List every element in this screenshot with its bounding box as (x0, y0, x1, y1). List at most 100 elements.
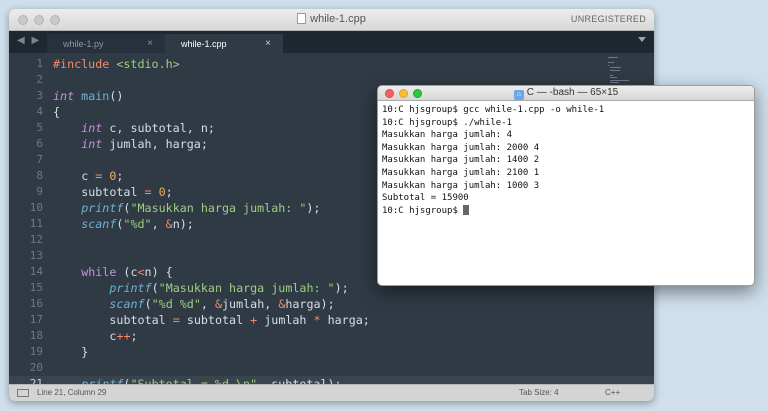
chevron-down-icon[interactable] (638, 37, 646, 42)
line-number: 17 (29, 313, 43, 326)
code-token: scanf (81, 217, 117, 231)
terminal-line: Masukkan harga jumlah: 2000 4 (382, 142, 540, 153)
code-line: int jumlah, harga; (81, 136, 208, 152)
code-token: () (109, 89, 124, 103)
code-token: 0 (158, 185, 166, 199)
terminal-output[interactable]: 10:C hjsgroup$ gcc while-1.cpp -o while-… (378, 101, 754, 220)
code-token: harga); (285, 297, 335, 311)
code-token: int (81, 137, 103, 151)
tab-while-1-py[interactable]: while-1.py × (47, 34, 165, 53)
terminal-window: ⌂ C — -bash — 65×15 10:C hjsgroup$ gcc wh… (377, 85, 755, 286)
code-line: c = 0; (81, 168, 123, 184)
line-number: 7 (36, 153, 43, 166)
terminal-line: 10:C hjsgroup$ ./while-1 (382, 117, 513, 128)
code-token: jumlah (257, 313, 314, 327)
code-token: scanf (109, 297, 145, 311)
code-line: int main() (53, 88, 123, 104)
code-token: "Masukkan harga jumlah: " (130, 201, 307, 215)
code-line: scanf("%d %d", &jumlah, &harga); (109, 296, 334, 312)
code-token: jumlah, harga; (102, 137, 208, 151)
code-token: ); (306, 201, 321, 215)
code-token: ; (116, 169, 124, 183)
minimap-line (610, 67, 621, 68)
line-number: 9 (36, 185, 43, 198)
code-line: { (53, 104, 60, 120)
code-token: c (81, 169, 96, 183)
line-number: 20 (29, 361, 43, 374)
terminal-cursor (463, 204, 470, 215)
minimap-line (608, 64, 609, 66)
minimap-line (610, 82, 619, 83)
code-token: ( (151, 281, 159, 295)
terminal-line: Subtotal = 15900 (382, 193, 469, 204)
line-number: 3 (36, 89, 43, 102)
code-token: n); (172, 217, 194, 231)
code-token: , (200, 297, 215, 311)
close-icon[interactable]: × (147, 38, 153, 49)
unregistered-label: UNREGISTERED (570, 14, 646, 24)
terminal-title: ⌂ C — -bash — 65×15 (378, 87, 754, 100)
tab-label: while-1.py (63, 39, 104, 49)
file-icon (297, 13, 307, 24)
line-number: 16 (29, 297, 43, 310)
code-token: ( (144, 297, 152, 311)
code-token: int (81, 121, 103, 135)
code-token: & (165, 217, 173, 231)
line-number: 4 (36, 105, 43, 118)
minimap-line (610, 69, 621, 71)
terminal-line: Masukkan harga jumlah: 2100 1 (382, 167, 540, 178)
terminal-prompt-line: 10:C hjsgroup$ (382, 204, 750, 218)
code-line: subtotal = 0; (81, 184, 173, 200)
code-token: while (81, 265, 117, 279)
code-token: subtotal (81, 185, 145, 199)
editor-window-title: while-1.cpp (9, 13, 654, 25)
terminal-titlebar: ⌂ C — -bash — 65×15 (378, 86, 754, 101)
panel-toggle-icon[interactable] (17, 389, 29, 397)
line-number: 15 (29, 281, 43, 294)
code-token: ; (165, 185, 173, 199)
minimap-line (608, 57, 618, 58)
line-number: 8 (36, 169, 43, 182)
code-token: < (137, 265, 145, 279)
line-number: 13 (29, 249, 43, 262)
terminal-line: Masukkan harga jumlah: 1000 3 (382, 180, 540, 191)
minimap-line (610, 79, 629, 81)
code-token: ); (334, 281, 349, 295)
code-line: c++; (109, 328, 137, 344)
tab-label: while-1.cpp (181, 39, 227, 49)
line-number: 14 (29, 265, 43, 278)
code-token: , (151, 217, 166, 231)
line-number: 19 (29, 345, 43, 358)
editor-titlebar: while-1.cpp UNREGISTERED (9, 9, 654, 31)
terminal-prompt: 10:C hjsgroup$ (382, 205, 464, 216)
tab-while-1-cpp[interactable]: while-1.cpp × (165, 34, 283, 53)
tab-size-selector[interactable]: Tab Size: 4 (519, 388, 559, 397)
code-token: subtotal (179, 313, 251, 327)
code-line: printf("Masukkan harga jumlah: "); (81, 200, 320, 216)
code-token: printf (81, 201, 124, 215)
code-token: subtotal (109, 313, 173, 327)
status-bar: Line 21, Column 29 Tab Size: 4 C++ (9, 384, 654, 401)
code-token: n) { (144, 265, 173, 279)
code-token: <stdio.h> (116, 57, 180, 71)
code-line: } (81, 344, 88, 360)
terminal-line: Masukkan harga jumlah: 1400 2 (382, 155, 540, 166)
code-token: jumlah, (222, 297, 279, 311)
line-number: 12 (29, 233, 43, 246)
code-token: printf (109, 281, 152, 295)
code-token: = (172, 313, 180, 327)
code-token: main (74, 89, 110, 103)
line-number: 2 (36, 73, 43, 86)
code-token: ; (130, 329, 138, 343)
code-token: & (214, 297, 223, 311)
code-token: { (53, 105, 61, 119)
code-line: scanf("%d", &n); (81, 216, 194, 232)
syntax-selector[interactable]: C++ (605, 388, 620, 397)
code-line: subtotal = subtotal + jumlah * harga; (109, 312, 369, 328)
minimap-line (610, 74, 614, 76)
code-token: * (313, 313, 321, 327)
code-token: "%d %d" (151, 297, 201, 311)
code-token: #include (53, 57, 117, 71)
tab-navigation-arrows[interactable]: ◀ ▶ (17, 35, 41, 46)
close-icon[interactable]: × (265, 38, 271, 49)
